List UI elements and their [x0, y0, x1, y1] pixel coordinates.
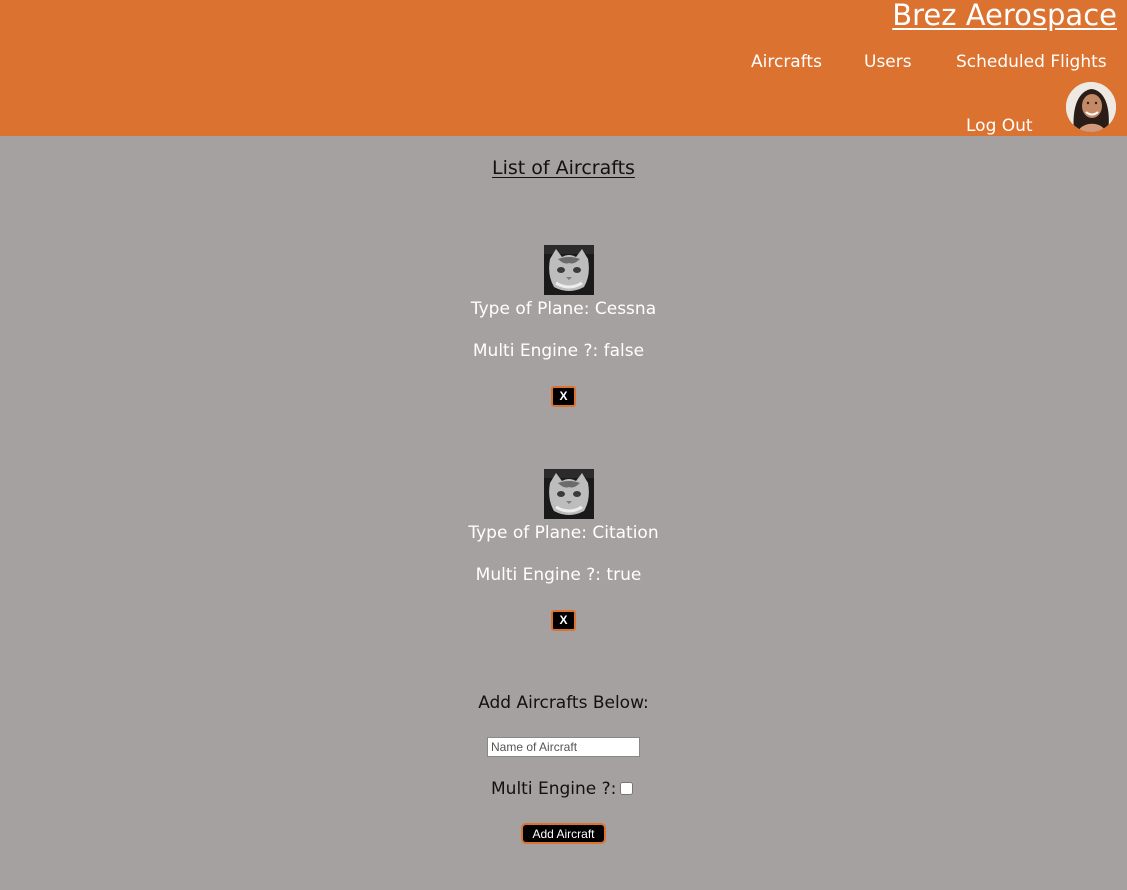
avatar-photo-icon [1066, 82, 1116, 132]
user-avatar[interactable] [1066, 82, 1116, 132]
aircraft-type-text: Type of Plane: Cessna [470, 299, 657, 319]
aircraft-multi-engine-text: Multi Engine ?: true [475, 565, 642, 585]
logout-link[interactable]: Log Out [966, 116, 1033, 136]
nav-aircrafts-link[interactable]: Aircrafts [751, 52, 822, 72]
top-header: Brez Aerospace Aircrafts Users Scheduled… [0, 0, 1127, 136]
aircraft-name-input[interactable] [487, 737, 640, 757]
aircraft-multi-engine-text: Multi Engine ?: false [472, 341, 645, 361]
delete-aircraft-button[interactable]: X [551, 386, 576, 407]
delete-aircraft-button[interactable]: X [551, 610, 576, 631]
multi-engine-label: Multi Engine ?: [491, 779, 617, 799]
add-aircraft-heading: Add Aircrafts Below: [478, 693, 649, 713]
aircraft-type-text: Type of Plane: Citation [468, 523, 659, 543]
brand-link[interactable]: Brez Aerospace [892, 0, 1117, 32]
nav-users-link[interactable]: Users [864, 52, 912, 72]
cat-photo-icon [544, 469, 594, 519]
aircraft-thumbnail [544, 245, 594, 295]
nav-scheduled-flights-link[interactable]: Scheduled Flights [956, 52, 1107, 72]
add-aircraft-button[interactable]: Add Aircraft [521, 823, 606, 844]
cat-photo-icon [544, 245, 594, 295]
main-content: List of Aircrafts Type of Plane: Cessna … [0, 136, 1127, 890]
multi-engine-checkbox[interactable] [620, 782, 633, 795]
page-title: List of Aircrafts [492, 157, 635, 179]
aircraft-thumbnail [544, 469, 594, 519]
